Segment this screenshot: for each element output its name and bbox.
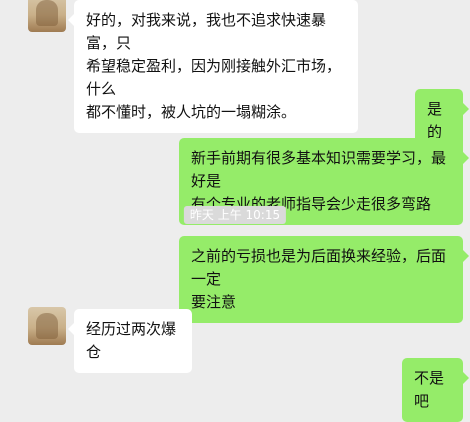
- message-bubble-incoming[interactable]: 好的，对我来说，我也不追求快速暴富，只 希望稳定盈利，因为刚接触外汇市场，什么 …: [68, 0, 358, 133]
- message-bubble-outgoing[interactable]: 之前的亏损也是为后面换来经验，后面一定 要注意: [179, 236, 469, 323]
- message-bubble-outgoing[interactable]: 不是吧: [402, 358, 469, 422]
- message-bubble-incoming[interactable]: 经历过两次爆仓: [68, 309, 192, 373]
- message-line: 都不懂时，被人坑的一塌糊涂。: [86, 103, 297, 121]
- message-line: 之前的亏损也是为后面换来经验，后面一定: [191, 247, 447, 288]
- message-line: 不是吧: [414, 369, 445, 410]
- contact-avatar[interactable]: [28, 0, 66, 32]
- contact-avatar[interactable]: [28, 307, 66, 345]
- message-line: 希望稳定盈利，因为刚接触外汇市场，什么: [86, 57, 342, 98]
- message-line: 新手前期有很多基本知识需要学习，最好是: [191, 149, 447, 190]
- message-line: 要注意: [191, 293, 237, 311]
- message-line: 经历过两次爆仓: [86, 320, 177, 361]
- message-line: 好的，对我来说，我也不追求快速暴富，只: [86, 11, 327, 52]
- timestamp-divider: 昨天 上午 10:15: [183, 206, 287, 224]
